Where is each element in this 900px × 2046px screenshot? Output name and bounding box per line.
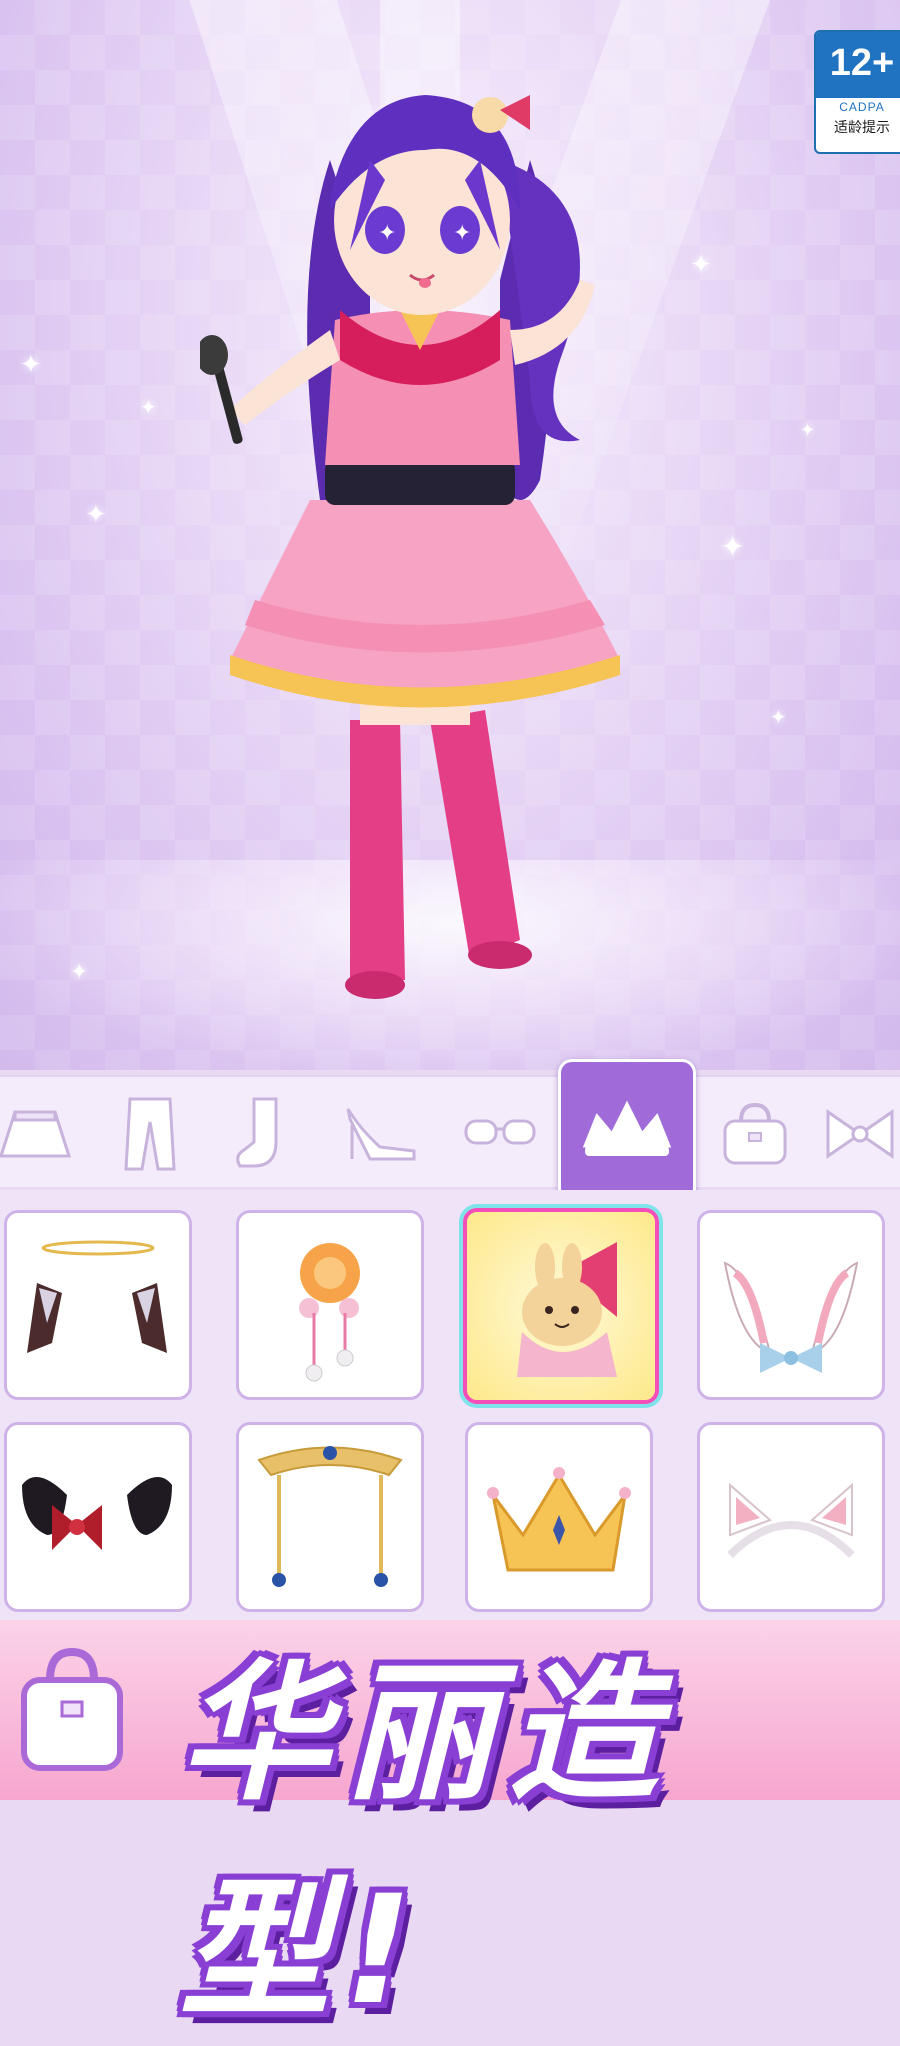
item-halo-wings[interactable] <box>4 1210 192 1400</box>
item-golden-headpiece[interactable] <box>236 1422 424 1612</box>
halo-wings-accessory-icon <box>27 1240 167 1353</box>
tab-bows[interactable] <box>815 1089 900 1179</box>
tab-headwear[interactable] <box>558 1059 696 1203</box>
age-rating-badge: 12+ CADPA 适龄提示 <box>814 30 900 154</box>
item-bunny-bow-hairclip[interactable] <box>463 1208 659 1404</box>
sparkle-icon: ✦ <box>140 395 157 419</box>
accessory-item-grid <box>0 1190 900 1620</box>
bunny-bow-hairclip-icon <box>517 1242 617 1377</box>
age-rating-note: 适龄提示 <box>834 120 890 136</box>
golden-jeweled-headpiece-icon <box>257 1446 403 1587</box>
sparkle-icon: ✦ <box>20 350 42 380</box>
sparkle-icon: ✦ <box>720 530 746 565</box>
tab-glasses[interactable] <box>455 1089 545 1179</box>
sparkle-icon: ✦ <box>770 705 787 729</box>
sparkle-icon: ✦ <box>800 420 816 441</box>
category-tab-bar <box>0 1059 900 1203</box>
flower-hairpin-accessory-icon <box>299 1243 360 1382</box>
handbag-icon[interactable] <box>12 1640 132 1780</box>
sparkle-icon: ✦ <box>70 960 89 985</box>
sparkle-icon: ✦ <box>690 250 712 280</box>
glasses-icon <box>464 1119 536 1145</box>
item-flower-hairpin[interactable] <box>236 1210 424 1400</box>
tab-skirt[interactable] <box>0 1089 80 1179</box>
bow-icon <box>826 1109 894 1159</box>
bunny-ears-headband-icon <box>723 1261 859 1373</box>
pants-icon <box>124 1097 176 1171</box>
item-golden-crown[interactable] <box>465 1422 653 1612</box>
golden-crown-icon <box>487 1467 631 1572</box>
svg-text:✦: ✦ <box>453 221 471 246</box>
sparkle-icon: ✦ <box>85 500 107 530</box>
socks-icon <box>236 1097 278 1168</box>
item-bunny-ears-headband[interactable] <box>697 1210 885 1400</box>
item-black-bunny-ears[interactable] <box>4 1422 192 1612</box>
skirt-icon <box>0 1110 72 1158</box>
high-heel-icon <box>346 1108 416 1161</box>
item-cat-ears-headband[interactable] <box>697 1422 885 1612</box>
age-rating-label: 12+ <box>816 32 900 98</box>
cat-ears-headband-icon <box>727 1482 855 1558</box>
tab-socks[interactable] <box>215 1089 305 1179</box>
svg-text:✦: ✦ <box>378 221 396 246</box>
age-rating-org: CADPA <box>839 100 885 114</box>
tab-pants[interactable] <box>105 1089 195 1179</box>
handbag-icon <box>723 1102 787 1165</box>
tiara-icon <box>582 1100 672 1156</box>
black-bunny-ears-bow-icon <box>22 1477 172 1550</box>
idol-character: ✦ ✦ <box>200 95 620 999</box>
tab-bags[interactable] <box>710 1089 800 1179</box>
promo-banner-title: 华丽造型! <box>180 1647 673 2038</box>
tab-shoes[interactable] <box>335 1089 425 1179</box>
dressup-stage: ✦ ✦ ✦ ✦ ✦ ✦ ✦ ✦ 12+ CADPA 适龄提示 ✦ ✦ <box>0 0 900 1070</box>
